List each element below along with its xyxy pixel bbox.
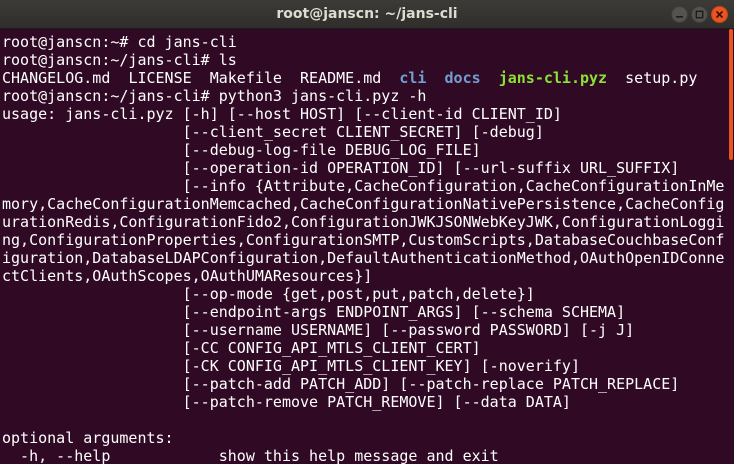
terminal-line: iguration,DatabaseLDAPConfiguration,Defa… bbox=[2, 249, 725, 267]
title-bar[interactable]: root@janscn: ~/jans-cli bbox=[0, 0, 734, 29]
terminal-line: [--operation-id OPERATION_ID] [--url-suf… bbox=[2, 159, 680, 177]
terminal-line: ng,ConfigurationProperties,Configuration… bbox=[2, 231, 725, 249]
minimize-icon bbox=[675, 10, 684, 19]
terminal-line: optional arguments: bbox=[2, 429, 174, 447]
terminal-line: [--debug-log-file DEBUG_LOG_FILE] bbox=[2, 141, 481, 159]
terminal-line: [--patch-add PATCH_ADD] [--patch-replace… bbox=[2, 375, 680, 393]
file-license: LICENSE bbox=[128, 69, 192, 87]
terminal-line: [--info {Attribute,CacheConfiguration,Ca… bbox=[2, 177, 725, 195]
terminal-line: [-CC CONFIG_API_MTLS_CLIENT_CERT] bbox=[2, 339, 481, 357]
terminal-line: [--username USERNAME] [--password PASSWO… bbox=[2, 321, 635, 339]
terminal-line: -h, --help show this help message and ex… bbox=[2, 447, 499, 464]
terminal-line: ctClients,OAuthScopes,OAuthUMAResources}… bbox=[2, 267, 373, 285]
dir-cli: cli bbox=[399, 69, 427, 87]
file-setup: setup.py bbox=[625, 69, 698, 87]
terminal-line: root@janscn:~/jans-cli# python3 jans-cli… bbox=[2, 87, 427, 105]
terminal-line: [-CK CONFIG_API_MTLS_CLIENT_KEY] [-nover… bbox=[2, 357, 580, 375]
terminal-line: mory,CacheConfigurationMemcached,CacheCo… bbox=[2, 195, 725, 213]
minimize-button[interactable] bbox=[671, 6, 688, 23]
terminal-line: [--client_secret CLIENT_SECRET] [-debug] bbox=[2, 123, 544, 141]
window-title: root@janscn: ~/jans-cli bbox=[276, 6, 458, 22]
maximize-button[interactable] bbox=[691, 6, 708, 23]
file-changelog: CHANGELOG.md bbox=[2, 69, 111, 87]
terminal-line: [--endpoint-args ENDPOINT_ARGS] [--schem… bbox=[2, 303, 626, 321]
file-jans-cli-pyz: jans-cli.pyz bbox=[498, 69, 608, 87]
terminal-line: usage: jans-cli.pyz [-h] [--host HOST] [… bbox=[2, 105, 562, 123]
file-readme: README.md bbox=[300, 69, 382, 87]
terminal-window: root@janscn: ~/jans-cli root@janscn:~# c… bbox=[0, 0, 734, 464]
file-makefile: Makefile bbox=[209, 69, 282, 87]
close-icon bbox=[715, 10, 724, 19]
terminal-output[interactable]: root@janscn:~# cd jans-cli root@janscn:~… bbox=[0, 29, 727, 464]
scrollbar[interactable] bbox=[728, 29, 734, 464]
close-button[interactable] bbox=[711, 6, 728, 23]
maximize-icon bbox=[695, 10, 704, 19]
terminal-line: root@janscn:~/jans-cli# ls bbox=[2, 51, 237, 69]
terminal-line: root@janscn:~# cd jans-cli bbox=[2, 33, 237, 51]
ls-output-line: CHANGELOG.md LICENSE Makefile README.md … bbox=[2, 69, 697, 87]
terminal-line: [--op-mode {get,post,put,patch,delete}] bbox=[2, 285, 535, 303]
scrollbar-thumb[interactable] bbox=[729, 29, 733, 160]
terminal-line: [--patch-remove PATCH_REMOVE] [--data DA… bbox=[2, 393, 571, 411]
terminal-line: urationRedis,ConfigurationFido2,Configur… bbox=[2, 213, 725, 231]
dir-docs: docs bbox=[444, 69, 481, 87]
